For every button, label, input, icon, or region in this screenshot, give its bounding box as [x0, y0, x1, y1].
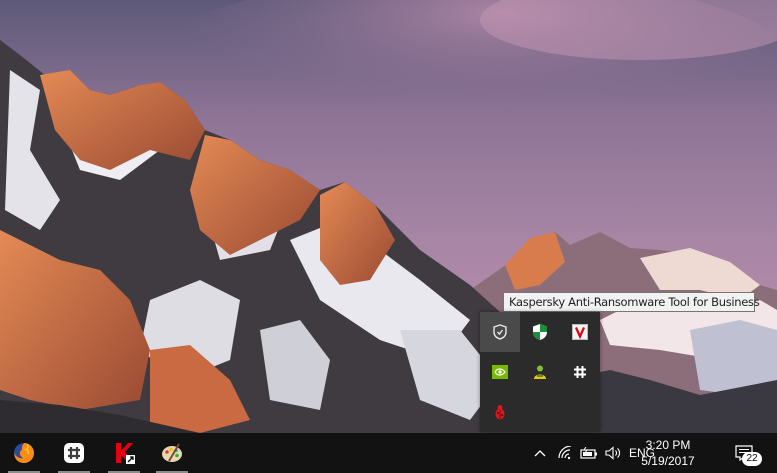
desktop-wallpaper — [0, 0, 777, 473]
notification-count-badge: 22 — [742, 452, 762, 466]
slack-icon[interactable] — [54, 433, 94, 473]
wifi-icon[interactable] — [555, 433, 575, 473]
battery-icon[interactable] — [578, 433, 600, 473]
hash-slack-icon[interactable] — [560, 352, 600, 392]
clock-date: 5/19/2017 — [641, 454, 695, 468]
clock-time: 3:20 PM — [645, 438, 691, 452]
v-app-icon[interactable] — [560, 312, 600, 352]
nvidia-icon[interactable] — [480, 352, 520, 392]
kaspersky-shield-icon[interactable] — [480, 312, 520, 352]
kaspersky-tooltip: Kaspersky Anti-Ransomware Tool for Busin… — [503, 292, 760, 312]
taskbar: ENG 3:20 PM 5/19/2017 — [0, 433, 777, 473]
tray-overflow-flyout — [480, 312, 600, 432]
firefox-icon[interactable] — [4, 433, 44, 473]
green-person-icon[interactable] — [520, 352, 560, 392]
chevron-up-icon[interactable] — [531, 433, 549, 473]
kaspersky-icon[interactable] — [104, 433, 144, 473]
paint-palette-icon[interactable] — [152, 433, 192, 473]
red-bug-icon[interactable] — [480, 392, 520, 432]
security-center-shield-icon[interactable] — [520, 312, 560, 352]
volume-icon[interactable] — [603, 433, 623, 473]
clock[interactable]: 3:20 PM 5/19/2017 — [636, 437, 700, 469]
